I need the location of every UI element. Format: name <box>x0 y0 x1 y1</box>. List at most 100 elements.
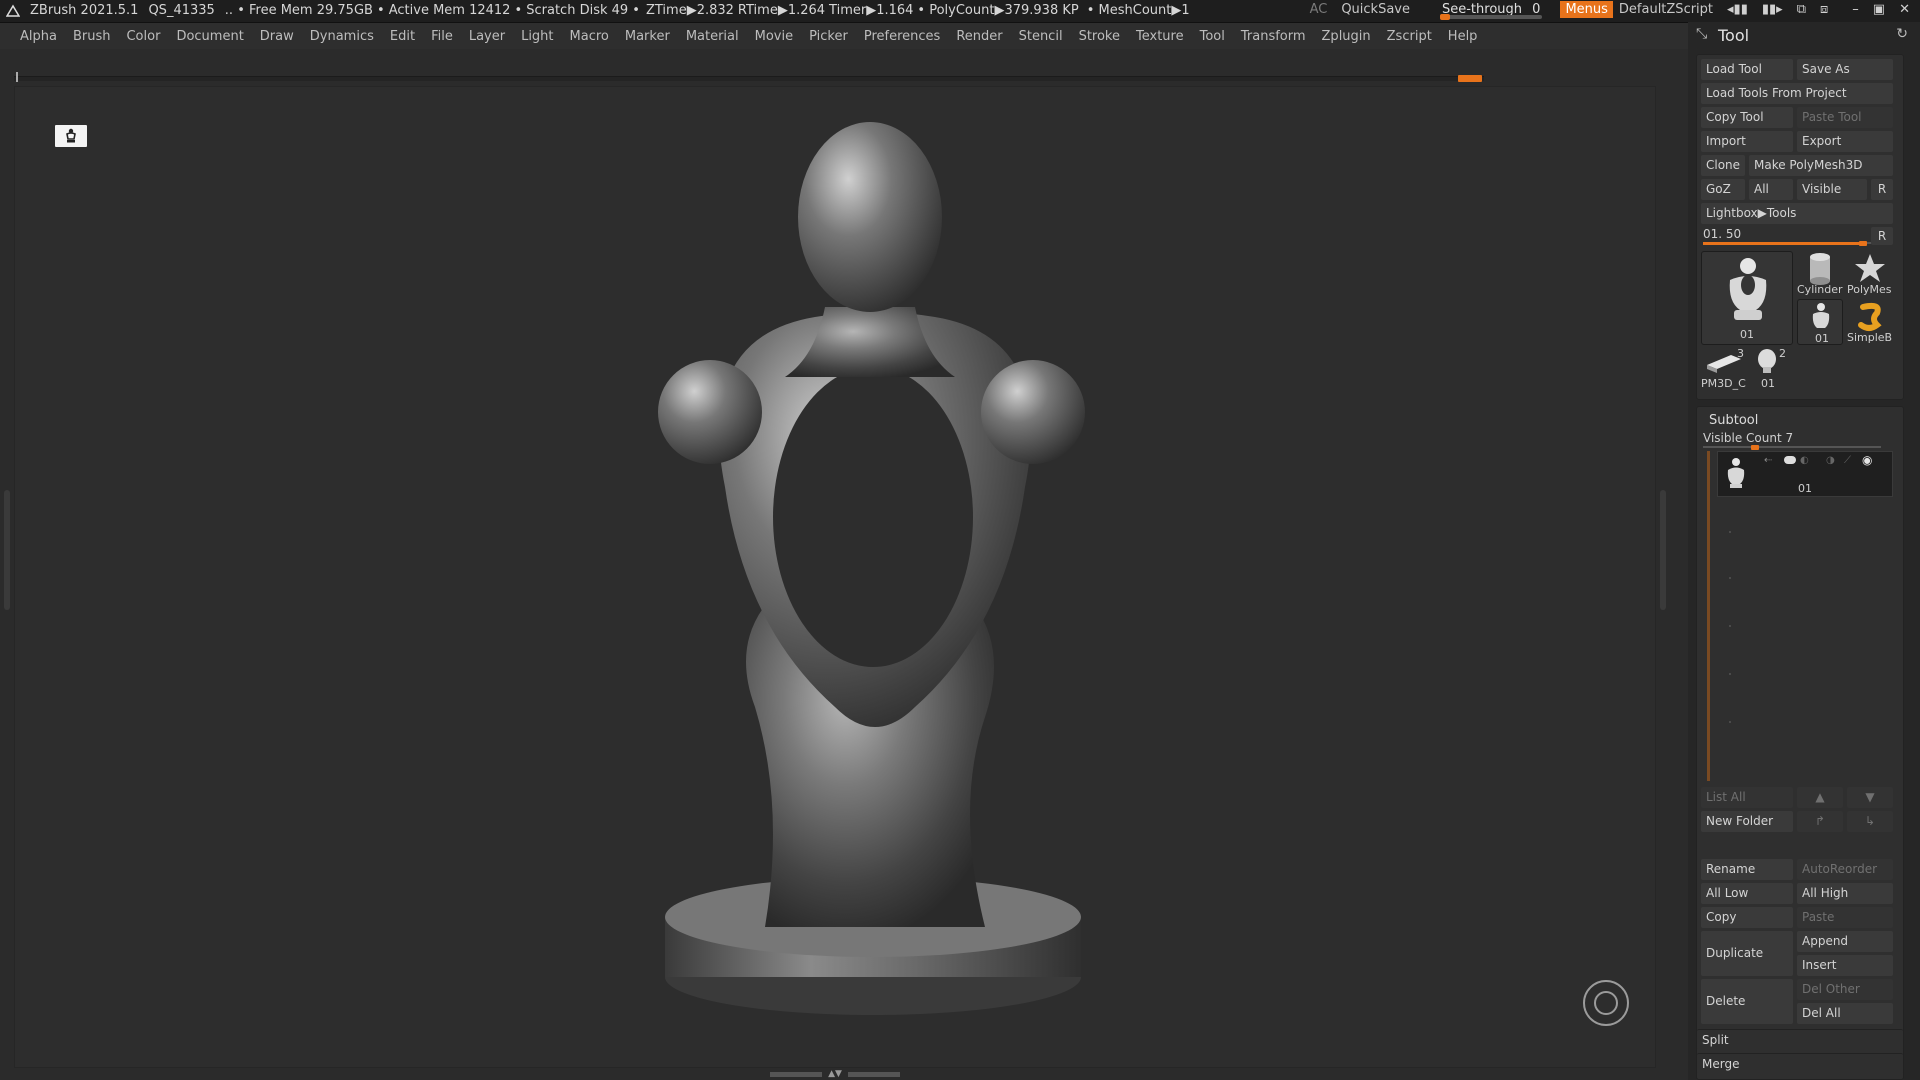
menu-tool[interactable]: Tool <box>1192 29 1233 44</box>
subtool-mask-icon[interactable]: ◐ <box>1800 455 1809 466</box>
menu-macro[interactable]: Macro <box>562 29 617 44</box>
polymesh-thumbnail[interactable]: PolyMes <box>1847 251 1897 297</box>
menu-marker[interactable]: Marker <box>617 29 678 44</box>
merge-button[interactable]: Merge <box>1697 1053 1903 1074</box>
menu-stroke[interactable]: Stroke <box>1071 29 1128 44</box>
paste-tool-button[interactable]: Paste Tool <box>1797 107 1893 128</box>
palette-reset-icon[interactable]: ↻ <box>1896 26 1908 42</box>
save-layout-icon[interactable]: ⧈ <box>1820 2 1828 17</box>
layout-cycle-icon[interactable]: ◂▮▮ <box>1727 2 1748 17</box>
all-low-button[interactable]: All Low <box>1701 883 1793 904</box>
clone-button[interactable]: Clone <box>1701 155 1745 176</box>
goz-r-button[interactable]: R <box>1871 179 1893 200</box>
see-through-slider[interactable]: See-through 0 <box>1436 2 1546 20</box>
duplicate-button[interactable]: Duplicate <box>1701 931 1793 976</box>
see-through-knob[interactable] <box>1439 14 1450 20</box>
menu-draw[interactable]: Draw <box>252 29 302 44</box>
move-up-icon[interactable]: ▲ <box>1797 787 1843 808</box>
move-down-icon[interactable]: ▼ <box>1847 787 1893 808</box>
menus-toggle[interactable]: Menus <box>1560 1 1613 18</box>
subtool-lock-icon[interactable]: ⟋ <box>1844 455 1851 466</box>
maximize-icon[interactable]: ▣ <box>1873 2 1885 17</box>
import-button[interactable]: Import <box>1701 131 1793 152</box>
insert-button[interactable]: Insert <box>1797 955 1893 976</box>
sculpt-model[interactable] <box>615 107 1135 1027</box>
pm3d-thumbnail[interactable]: 3 PM3D_C <box>1701 347 1747 393</box>
goz-visible-button[interactable]: Visible <box>1797 179 1867 200</box>
menu-light[interactable]: Light <box>513 29 561 44</box>
copy-button[interactable]: Copy <box>1701 907 1793 928</box>
make-polymesh3d-button[interactable]: Make PolyMesh3D <box>1749 155 1893 176</box>
menu-document[interactable]: Document <box>168 29 251 44</box>
new-folder-button[interactable]: New Folder <box>1701 811 1793 832</box>
tool-pin-icon[interactable]: ⤡ <box>1696 26 1707 42</box>
menu-transform[interactable]: Transform <box>1233 29 1314 44</box>
menu-stencil[interactable]: Stencil <box>1011 29 1071 44</box>
menu-help[interactable]: Help <box>1440 29 1486 44</box>
tool-slider-knob[interactable] <box>1858 241 1867 246</box>
folder-move-down-icon[interactable]: ↳ <box>1847 811 1893 832</box>
subtool-polypaint-icon[interactable] <box>1784 456 1796 464</box>
menu-alpha[interactable]: Alpha <box>12 29 65 44</box>
restore-layout-icon[interactable]: ⧉ <box>1797 2 1806 17</box>
canvas-viewport[interactable] <box>14 86 1656 1068</box>
subtool-visibility-eye-icon[interactable]: ◉ <box>1862 453 1872 467</box>
visible-count-slider[interactable]: Visible Count 7 <box>1703 429 1893 450</box>
load-tools-from-project-button[interactable]: Load Tools From Project <box>1701 83 1893 104</box>
quicksave-button[interactable]: QuickSave <box>1341 2 1410 17</box>
subtool-brush-icon[interactable]: ⇠ <box>1764 455 1772 466</box>
del-all-button[interactable]: Del All <box>1797 1003 1893 1024</box>
goz-button[interactable]: GoZ <box>1701 179 1745 200</box>
append-button[interactable]: Append <box>1797 931 1893 952</box>
autoreorder-button[interactable]: AutoReorder <box>1797 859 1893 880</box>
timeline[interactable] <box>14 72 1484 84</box>
minimize-icon[interactable]: – <box>1852 2 1859 17</box>
menu-render[interactable]: Render <box>948 29 1010 44</box>
bottom-tray-handle[interactable]: ▲▼ <box>770 1070 900 1079</box>
menu-file[interactable]: File <box>423 29 461 44</box>
menu-zplugin[interactable]: Zplugin <box>1314 29 1379 44</box>
delete-button[interactable]: Delete <box>1701 979 1793 1024</box>
goz-all-button[interactable]: All <box>1749 179 1793 200</box>
menu-dynamics[interactable]: Dynamics <box>302 29 382 44</box>
menu-texture[interactable]: Texture <box>1128 29 1192 44</box>
menu-movie[interactable]: Movie <box>747 29 801 44</box>
subtool-title[interactable]: Subtool <box>1709 413 1758 428</box>
split-button[interactable]: Split <box>1697 1029 1903 1050</box>
right-tray-handle[interactable] <box>1660 490 1666 610</box>
menu-material[interactable]: Material <box>678 29 747 44</box>
load-tool-button[interactable]: Load Tool <box>1701 59 1793 80</box>
all-high-button[interactable]: All High <box>1797 883 1893 904</box>
lightbox-tools-button[interactable]: Lightbox▶Tools <box>1701 203 1893 224</box>
left-tray-handle[interactable] <box>4 490 10 610</box>
menu-color[interactable]: Color <box>118 29 168 44</box>
export-button[interactable]: Export <box>1797 131 1893 152</box>
default-zscript-button[interactable]: DefaultZScript <box>1619 2 1713 17</box>
folder-move-up-icon[interactable]: ↱ <box>1797 811 1843 832</box>
timeline-marker[interactable] <box>1458 75 1482 82</box>
orientation-gizmo[interactable] <box>1583 980 1629 1026</box>
cylinder-thumbnail[interactable]: Cylinder <box>1797 251 1843 297</box>
simplebrush-thumbnail[interactable]: SimpleB <box>1847 299 1897 345</box>
ac-button[interactable]: AC <box>1310 2 1328 17</box>
close-icon[interactable]: ✕ <box>1899 2 1910 17</box>
head-thumbnail[interactable]: 2 01 <box>1749 347 1793 393</box>
menu-brush[interactable]: Brush <box>65 29 119 44</box>
tool-palette-header[interactable]: ⤡ Tool ↻ <box>1688 22 1920 50</box>
menu-preferences[interactable]: Preferences <box>856 29 948 44</box>
small-tool-thumbnail[interactable]: 01 <box>1797 299 1843 345</box>
menu-zscript[interactable]: Zscript <box>1379 29 1440 44</box>
save-as-button[interactable]: Save As <box>1797 59 1893 80</box>
copy-tool-button[interactable]: Copy Tool <box>1701 107 1793 128</box>
menu-edit[interactable]: Edit <box>382 29 423 44</box>
layout-next-icon[interactable]: ▮▮▸ <box>1762 2 1783 17</box>
subtool-list[interactable]: ⇠ ◐ ◑ ⟋ ◉ 01 <box>1707 451 1895 781</box>
current-tool-thumbnail[interactable]: 01 <box>1701 251 1793 345</box>
subtool-item[interactable]: ⇠ ◐ ◑ ⟋ ◉ 01 <box>1717 451 1893 497</box>
subtool-dynamesh-icon[interactable]: ◑ <box>1826 455 1835 466</box>
subtool-list-scrollbar[interactable] <box>1707 451 1710 781</box>
paste-button[interactable]: Paste <box>1797 907 1893 928</box>
timeline-rail[interactable] <box>14 76 1484 81</box>
rename-button[interactable]: Rename <box>1701 859 1793 880</box>
tool-slider-r-button[interactable]: R <box>1871 227 1893 245</box>
